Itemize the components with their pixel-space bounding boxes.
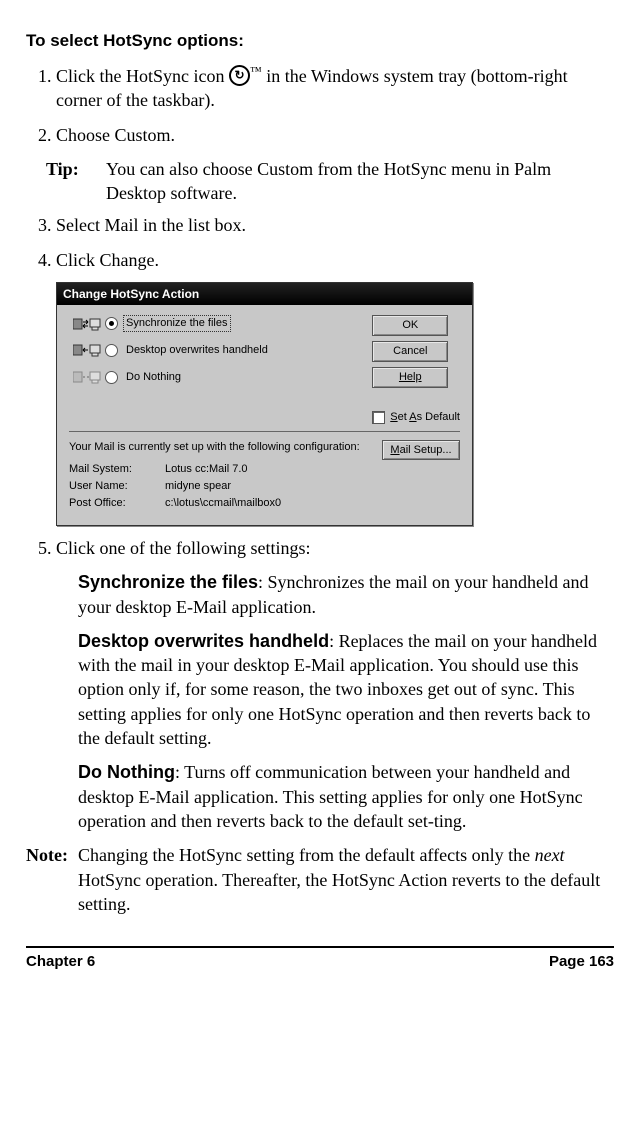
- config-user-name: User Name: midyne spear: [69, 479, 382, 494]
- setting-sync: Synchronize the files: Synchronizes the …: [78, 570, 610, 619]
- desktop-overwrite-icon: [69, 343, 105, 357]
- config-key: User Name:: [69, 479, 165, 494]
- step-4: Click Change.: [56, 248, 614, 272]
- note-content: Changing the HotSync setting from the de…: [78, 843, 614, 916]
- tip-content: You can also choose Custom from the HotS…: [106, 157, 614, 206]
- note-block: Note: Changing the HotSync setting from …: [26, 843, 614, 916]
- note-label: Note:: [26, 843, 78, 916]
- step-1-text-a: Click the HotSync icon: [56, 66, 229, 86]
- checkbox-icon: [372, 411, 385, 424]
- footer-page: Page 163: [549, 952, 614, 972]
- note-emphasis: next: [535, 845, 565, 865]
- setting-overwrite-name: Desktop overwrites handheld: [78, 631, 329, 651]
- step-5: Click one of the following settings:: [56, 536, 614, 560]
- note-text-b: HotSync operation. Thereafter, the HotSy…: [78, 870, 600, 914]
- radio-overwrite-label: Desktop overwrites handheld: [123, 342, 271, 359]
- radio-row-sync: Synchronize the files: [69, 315, 362, 332]
- config-value: Lotus cc:Mail 7.0: [165, 462, 248, 477]
- set-as-default-checkbox[interactable]: Set As Default: [372, 410, 460, 425]
- config-post-office: Post Office: c:\lotus\ccmail\mailbox0: [69, 496, 382, 511]
- steps-list-2: Select Mail in the list box. Click Chang…: [26, 213, 614, 272]
- dialog-title-bar: Change HotSync Action: [57, 283, 472, 305]
- tip-label: Tip:: [26, 157, 106, 206]
- radio-nothing[interactable]: Do Nothing: [105, 369, 362, 386]
- tip-block: Tip: You can also choose Custom from the…: [26, 157, 614, 206]
- setting-nothing-name: Do Nothing: [78, 762, 175, 782]
- step-3: Select Mail in the list box.: [56, 213, 614, 237]
- hotsync-icon: ↻: [229, 65, 250, 86]
- config-mail-system: Mail System: Lotus cc:Mail 7.0: [69, 462, 382, 477]
- sync-both-icon: [69, 317, 105, 331]
- radio-sync-label: Synchronize the files: [123, 315, 231, 332]
- radio-overwrite[interactable]: Desktop overwrites handheld: [105, 342, 362, 359]
- mail-setup-button[interactable]: Mail Setup...: [382, 440, 460, 461]
- cancel-button[interactable]: Cancel: [372, 341, 448, 362]
- steps-list-3: Click one of the following settings:: [26, 536, 614, 560]
- do-nothing-icon: [69, 370, 105, 384]
- setting-nothing: Do Nothing: Turns off communication betw…: [78, 760, 610, 833]
- footer-chapter: Chapter 6: [26, 952, 95, 972]
- radio-sync[interactable]: Synchronize the files: [105, 315, 362, 332]
- set-as-default-label: Set As Default: [390, 410, 460, 425]
- radio-button-icon: [105, 317, 118, 330]
- ok-button[interactable]: OK: [372, 315, 448, 336]
- trademark-symbol: ™: [250, 64, 262, 78]
- config-value: c:\lotus\ccmail\mailbox0: [165, 496, 281, 511]
- change-hotsync-action-dialog: Change HotSync Action Synchronize the fi…: [56, 282, 473, 526]
- footer-divider: [26, 946, 614, 948]
- page-footer: Chapter 6 Page 163: [26, 952, 614, 972]
- radio-button-icon: [105, 344, 118, 357]
- steps-list: Click the HotSync icon ↻™ in the Windows…: [26, 63, 614, 147]
- config-key: Mail System:: [69, 462, 165, 477]
- dialog-right-col: OK Cancel Help Set As Default: [372, 315, 460, 424]
- config-intro: Your Mail is currently set up with the f…: [69, 440, 382, 455]
- note-text-a: Changing the HotSync setting from the de…: [78, 845, 535, 865]
- dialog-divider: [69, 431, 460, 432]
- config-value: midyne spear: [165, 479, 231, 494]
- config-key: Post Office:: [69, 496, 165, 511]
- radio-button-icon: [105, 371, 118, 384]
- help-button[interactable]: Help: [372, 367, 448, 388]
- section-heading: To select HotSync options:: [26, 30, 614, 53]
- setting-sync-name: Synchronize the files: [78, 572, 258, 592]
- radio-nothing-label: Do Nothing: [123, 369, 184, 386]
- radio-row-nothing: Do Nothing: [69, 369, 362, 386]
- radio-row-overwrite: Desktop overwrites handheld: [69, 342, 362, 359]
- step-1: Click the HotSync icon ↻™ in the Windows…: [56, 63, 614, 113]
- setting-overwrite: Desktop overwrites handheld: Replaces th…: [78, 629, 610, 750]
- step-2: Choose Custom.: [56, 123, 614, 147]
